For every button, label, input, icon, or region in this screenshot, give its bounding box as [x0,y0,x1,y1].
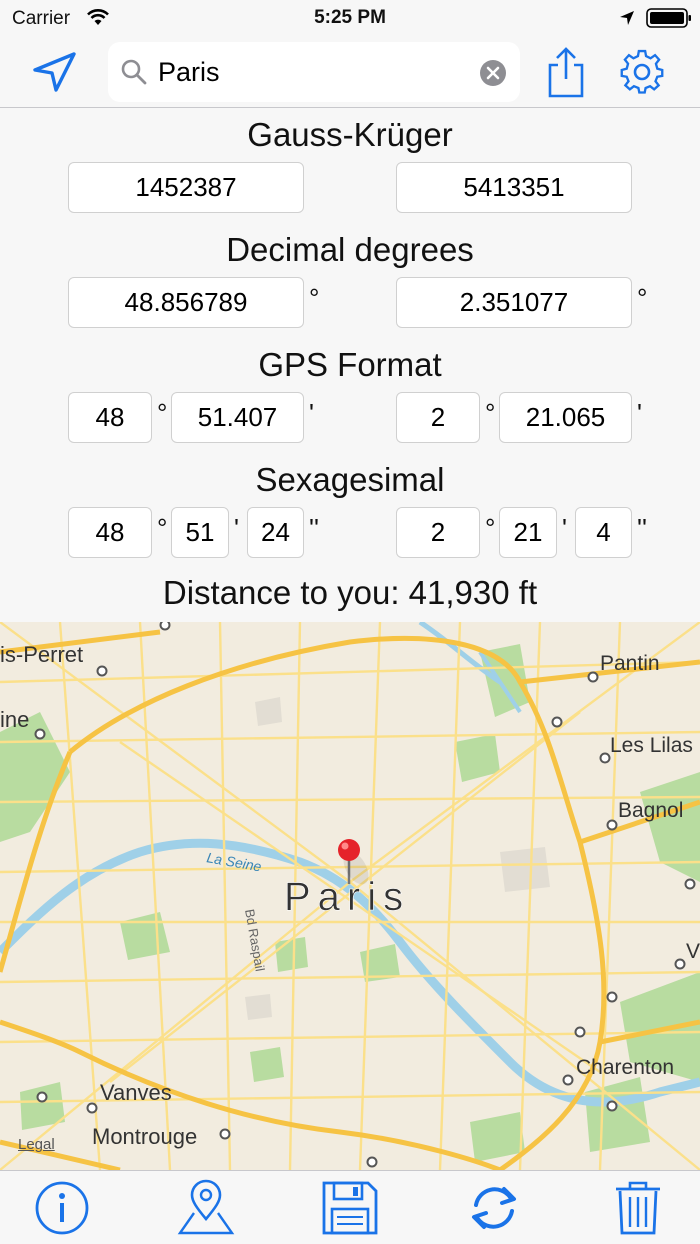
map-label-ine: ine [0,707,29,732]
map-label-pantin: Pantin [600,652,660,675]
gps-lon-degrees-field[interactable]: 2 [396,392,480,443]
location-services-icon [620,11,634,25]
sexa-lon-minute-unit: ' [562,513,567,543]
clear-circle-icon[interactable] [479,59,507,87]
map-label-perret: is-Perret [0,642,83,667]
bottom-toolbar [0,1170,700,1244]
sexagesimal-title: Sexagesimal [255,461,445,498]
sexa-lat-degrees-field[interactable]: 48 [68,507,152,558]
trash-icon[interactable] [608,1179,668,1237]
distance-label: Distance to you: 41,930 ft [162,574,538,611]
map-view[interactable]: is-Perret ine Pantin Les Lilas Bagnol La… [0,622,700,1170]
sexa-lat-minute-unit: ' [234,513,239,543]
gps-lon-degree-unit: ° [485,398,496,428]
status-bar: Carrier 5:25 PM [0,0,700,36]
decimal-lon-field[interactable]: 2.351077 [396,277,632,328]
gauss-kruger-y-field[interactable]: 5413351 [396,162,632,213]
sexa-lon-degrees-field[interactable]: 2 [396,507,480,558]
gps-lat-degree-unit: ° [157,398,168,428]
gauss-kruger-x-field[interactable]: 1452387 [68,162,304,213]
map-label-raspail: Bd Raspail [242,908,268,973]
sexa-lat-degree-unit: ° [157,513,168,543]
map-label-montrouge: Montrouge [92,1124,197,1149]
sexa-lat-minutes-field[interactable]: 51 [171,507,229,558]
map-canvas: is-Perret ine Pantin Les Lilas Bagnol La… [0,622,700,1170]
refresh-icon[interactable] [464,1179,524,1237]
map-city-label: Paris [284,875,410,919]
decimal-degrees-title: Decimal degrees [226,231,474,268]
clock: 5:25 PM [314,7,386,28]
gps-lat-minutes-field[interactable]: 51.407 [171,392,304,443]
gps-lat-degrees-field[interactable]: 48 [68,392,152,443]
gauss-kruger-title: Gauss-Krüger [247,116,453,153]
map-label-lilas: Les Lilas [610,734,693,757]
gps-lon-minute-unit: ' [637,398,642,428]
floppy-disk-icon[interactable] [320,1179,380,1237]
location-arrow-icon[interactable] [30,50,80,94]
search-input[interactable] [158,52,468,92]
map-legal-link[interactable]: Legal [18,1136,55,1153]
decimal-lat-degree-unit: ° [309,283,320,313]
gps-lon-minutes-field[interactable]: 21.065 [499,392,632,443]
share-icon[interactable] [544,46,588,98]
nav-bar [0,36,700,108]
map-label-vanves: Vanves [100,1080,172,1105]
map-label-bagnol: Bagnol [618,799,683,822]
decimal-lat-field[interactable]: 48.856789 [68,277,304,328]
map-label-charenton: Charenton [576,1056,674,1079]
magnifier-icon [121,59,147,85]
map-label-v: V [686,940,700,963]
gps-format-title: GPS Format [258,346,442,383]
sexa-lon-degree-unit: ° [485,513,496,543]
sexa-lon-seconds-field[interactable]: 4 [575,507,632,558]
battery-icon [646,8,691,28]
sexa-lon-second-unit: '' [637,513,647,543]
search-bar[interactable] [108,42,520,102]
gear-icon[interactable] [616,48,668,96]
gps-lat-minute-unit: ' [309,398,314,428]
sexa-lon-minutes-field[interactable]: 21 [499,507,557,558]
sexa-lat-second-unit: '' [309,513,319,543]
decimal-lon-degree-unit: ° [637,283,648,313]
map-pin-icon[interactable] [176,1179,236,1237]
info-icon[interactable] [32,1179,92,1237]
sexa-lat-seconds-field[interactable]: 24 [247,507,304,558]
